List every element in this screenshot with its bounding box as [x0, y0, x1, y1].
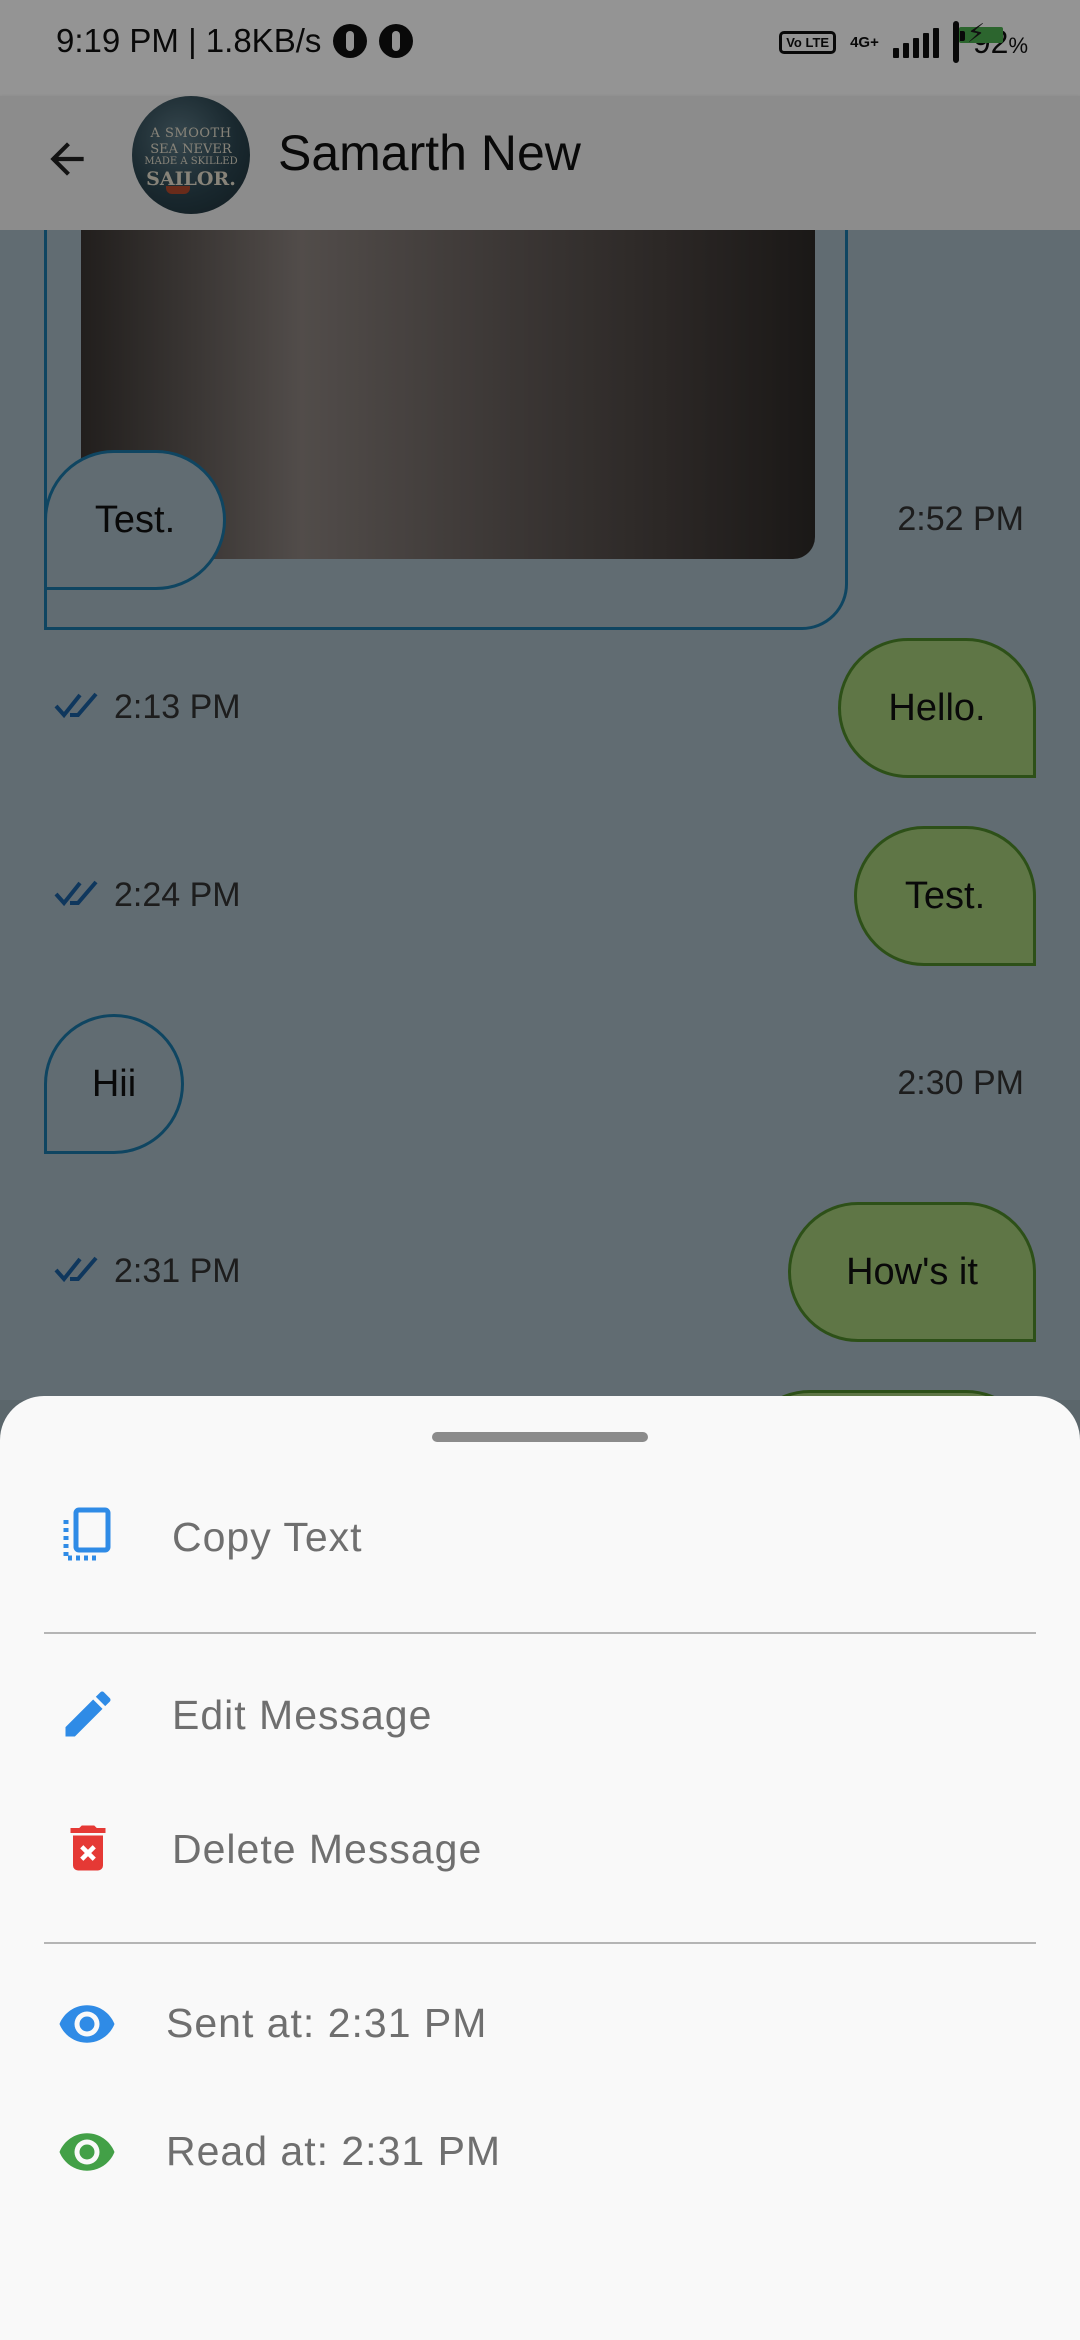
- copy-text-label: Copy Text: [172, 1514, 363, 1560]
- sent-at-info: Sent at: 2:31 PM: [0, 1968, 1080, 2078]
- sent-at-label: Sent at: 2:31 PM: [166, 2000, 488, 2046]
- delete-message-option[interactable]: Delete Message: [0, 1794, 1080, 1904]
- edit-message-option[interactable]: Edit Message: [0, 1660, 1080, 1770]
- copy-text-option[interactable]: Copy Text: [0, 1482, 1080, 1592]
- eye-icon: [59, 2005, 115, 2043]
- eye-icon: [59, 2133, 115, 2171]
- read-at-label: Read at: 2:31 PM: [166, 2128, 502, 2174]
- divider: [44, 1632, 1036, 1634]
- edit-message-label: Edit Message: [172, 1692, 433, 1738]
- message-options-sheet: Copy Text Edit Message Delete Message Se…: [0, 1396, 1080, 2340]
- pencil-icon: [65, 1691, 111, 1737]
- copy-icon: [63, 1507, 111, 1561]
- read-at-info: Read at: 2:31 PM: [0, 2096, 1080, 2206]
- divider: [44, 1942, 1036, 1944]
- delete-message-label: Delete Message: [172, 1826, 483, 1872]
- drag-handle[interactable]: [432, 1432, 648, 1442]
- trash-icon: [70, 1825, 106, 1871]
